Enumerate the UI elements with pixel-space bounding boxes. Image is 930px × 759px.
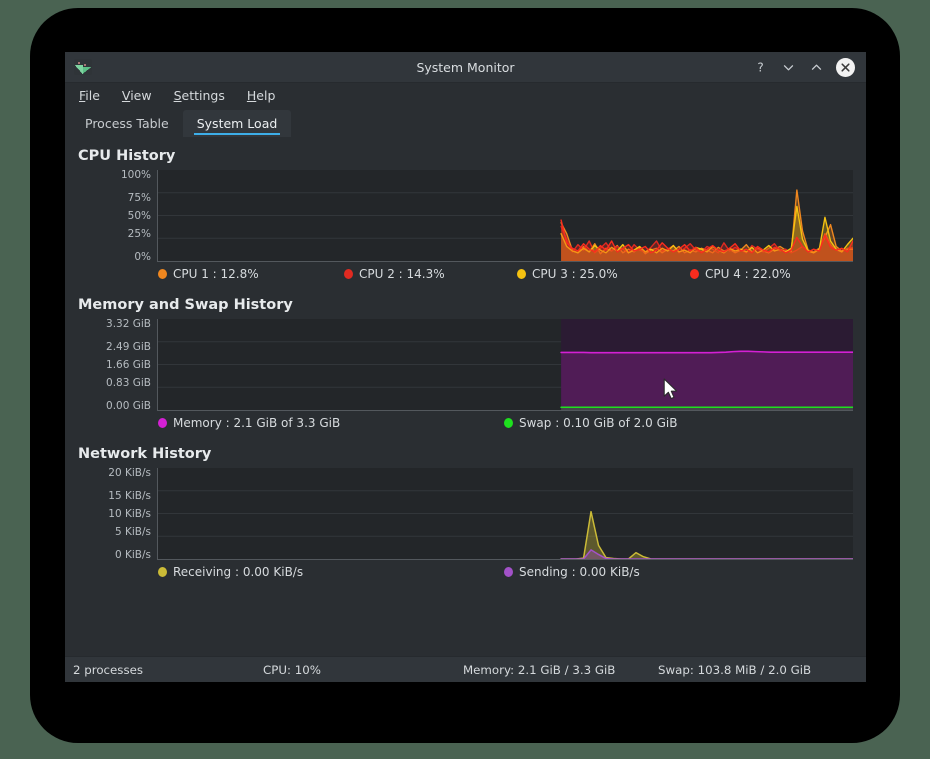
memory-y-axis: 3.32 GiB 2.49 GiB 1.66 GiB 0.83 GiB 0.00…: [78, 319, 158, 411]
cpu-legend: CPU 1 : 12.8% CPU 2 : 14.3% CPU 3 : 25.0…: [78, 267, 853, 281]
menu-settings-rest: ettings: [182, 88, 225, 103]
legend-label-cpu1: CPU 1 : 12.8%: [173, 267, 259, 281]
memory-color-dot: [158, 418, 167, 428]
legend-label-sending: Sending : 0.00 KiB/s: [519, 565, 640, 579]
legend-label-cpu2: CPU 2 : 14.3%: [359, 267, 445, 281]
menu-settings[interactable]: Settings: [172, 87, 227, 104]
cpu1-color-dot: [158, 269, 167, 279]
memory-swap-history-graph[interactable]: [158, 319, 853, 411]
minimize-button[interactable]: [780, 59, 797, 76]
cpu3-color-dot: [517, 269, 526, 279]
legend-item-cpu3: CPU 3 : 25.0%: [517, 267, 690, 281]
memory-legend: Memory : 2.1 GiB of 3.3 GiB Swap : 0.10 …: [78, 416, 853, 430]
system-load-content: CPU History 100% 75% 50% 25% 0% CPU 1 : …: [65, 137, 866, 656]
cpu-y-axis: 100% 75% 50% 25% 0%: [78, 170, 158, 262]
network-history-title: Network History: [78, 446, 853, 462]
svg-text:?: ?: [757, 61, 763, 74]
menubar: File View Settings Help: [65, 83, 866, 108]
cpu4-color-dot: [690, 269, 699, 279]
window-title: System Monitor: [65, 60, 866, 75]
window-controls: ?: [752, 58, 866, 77]
legend-label-cpu3: CPU 3 : 25.0%: [532, 267, 618, 281]
tabbar: Process Table System Load: [65, 108, 866, 137]
network-history-section: Network History 20 KiB/s 15 KiB/s 10 KiB…: [78, 446, 853, 579]
legend-label-memory: Memory : 2.1 GiB of 3.3 GiB: [173, 416, 340, 430]
status-swap: Swap: 103.8 MiB / 2.0 GiB: [658, 663, 811, 677]
legend-item-receiving: Receiving : 0.00 KiB/s: [158, 565, 504, 579]
menu-help[interactable]: Help: [245, 87, 278, 104]
cpu-y-tick: 0%: [134, 252, 151, 263]
chart-monitor-icon: [74, 59, 92, 75]
sending-color-dot: [504, 567, 513, 577]
help-button[interactable]: ?: [752, 59, 769, 76]
memory-y-tick: 3.32 GiB: [106, 319, 151, 330]
receiving-color-dot: [158, 567, 167, 577]
cpu2-color-dot: [344, 269, 353, 279]
menu-file-rest: ile: [85, 88, 100, 103]
menu-file[interactable]: File: [77, 87, 102, 104]
network-legend: Receiving : 0.00 KiB/s Sending : 0.00 Ki…: [78, 565, 853, 579]
network-history-graph[interactable]: [158, 468, 853, 560]
tab-process-table[interactable]: Process Table: [71, 110, 183, 137]
memory-swap-history-title: Memory and Swap History: [78, 297, 853, 313]
menu-help-rest: elp: [256, 88, 275, 103]
legend-label-cpu4: CPU 4 : 22.0%: [705, 267, 791, 281]
status-memory: Memory: 2.1 GiB / 3.3 GiB: [463, 663, 658, 677]
system-monitor-window: System Monitor ? File View Settings Help…: [65, 52, 866, 682]
statusbar: 2 processes CPU: 10% Memory: 2.1 GiB / 3…: [65, 656, 866, 682]
legend-label-receiving: Receiving : 0.00 KiB/s: [173, 565, 303, 579]
menu-view-rest: iew: [130, 88, 151, 103]
legend-item-cpu4: CPU 4 : 22.0%: [690, 267, 791, 281]
network-y-axis: 20 KiB/s 15 KiB/s 10 KiB/s 5 KiB/s 0 KiB…: [78, 468, 158, 560]
cpu-y-tick: 100%: [121, 170, 151, 181]
memory-y-tick: 0.00 GiB: [106, 401, 151, 412]
legend-item-sending: Sending : 0.00 KiB/s: [504, 565, 640, 579]
window-titlebar[interactable]: System Monitor ?: [65, 52, 866, 83]
swap-color-dot: [504, 418, 513, 428]
network-y-tick: 20 KiB/s: [108, 468, 151, 479]
menu-view[interactable]: View: [120, 87, 154, 104]
close-button[interactable]: [836, 58, 855, 77]
cpu-history-graph[interactable]: [158, 170, 853, 262]
legend-item-swap: Swap : 0.10 GiB of 2.0 GiB: [504, 416, 677, 430]
legend-item-cpu2: CPU 2 : 14.3%: [344, 267, 517, 281]
memory-swap-history-section: Memory and Swap History 3.32 GiB 2.49 Gi…: [78, 297, 853, 430]
tab-system-load[interactable]: System Load: [183, 110, 292, 137]
legend-item-memory: Memory : 2.1 GiB of 3.3 GiB: [158, 416, 504, 430]
legend-item-cpu1: CPU 1 : 12.8%: [158, 267, 344, 281]
network-y-tick: 0 KiB/s: [115, 550, 151, 561]
status-cpu: CPU: 10%: [263, 663, 463, 677]
status-processes: 2 processes: [73, 663, 263, 677]
cpu-history-title: CPU History: [78, 148, 853, 164]
cpu-history-section: CPU History 100% 75% 50% 25% 0% CPU 1 : …: [78, 148, 853, 281]
maximize-button[interactable]: [808, 59, 825, 76]
legend-label-swap: Swap : 0.10 GiB of 2.0 GiB: [519, 416, 677, 430]
